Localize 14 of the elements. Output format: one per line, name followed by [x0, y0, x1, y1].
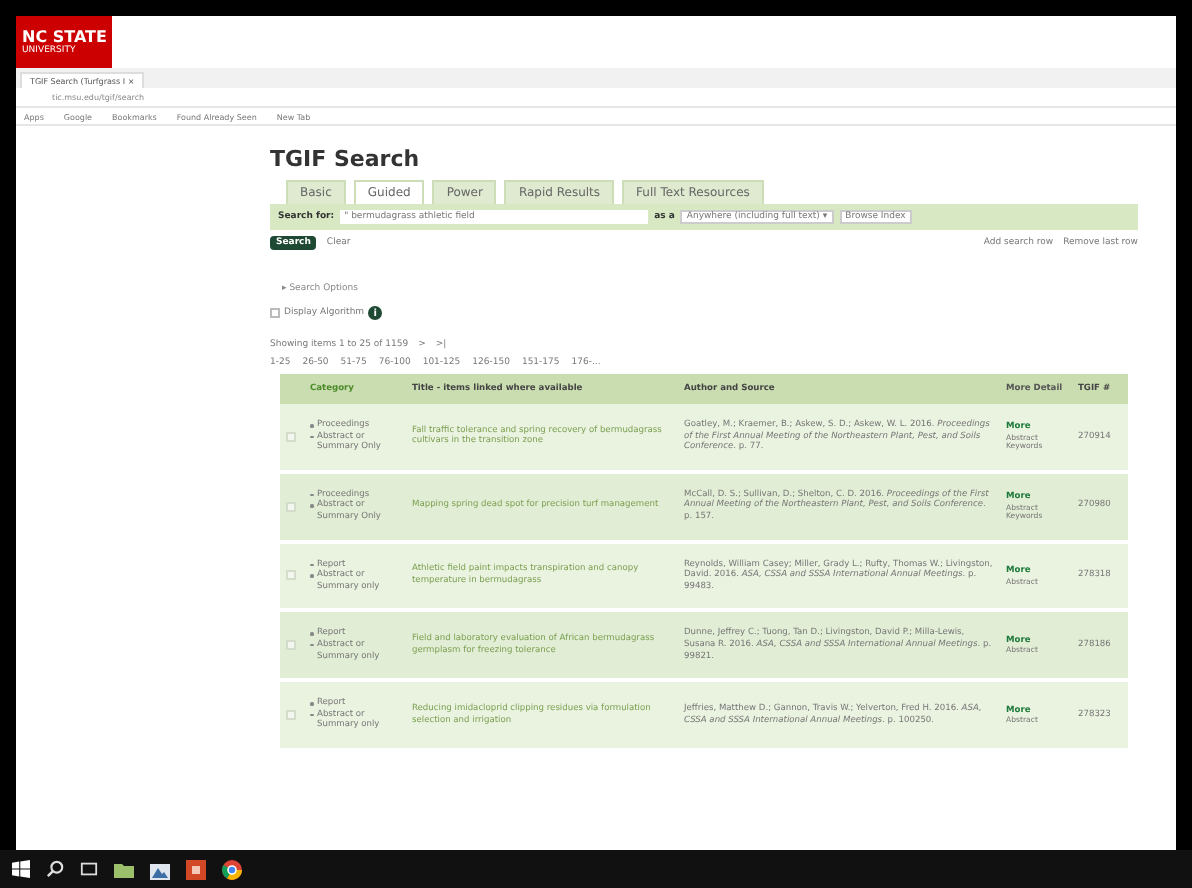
search-icon[interactable] — [46, 860, 64, 878]
windows-start-icon[interactable] — [12, 860, 30, 878]
task-view-icon[interactable] — [80, 860, 98, 878]
browser-app-icon[interactable] — [222, 859, 242, 879]
office-app-icon[interactable] — [186, 859, 206, 879]
folder-icon[interactable] — [114, 859, 134, 879]
row-checkbox[interactable] — [286, 570, 296, 581]
row-checkbox[interactable] — [286, 431, 296, 442]
picture-icon[interactable] — [150, 859, 170, 879]
algorithm-checkbox[interactable] — [270, 308, 280, 318]
page-title: TGIF Search — [270, 146, 422, 172]
row-checkbox[interactable] — [286, 710, 296, 721]
row-checkbox[interactable] — [286, 640, 296, 651]
row-checkbox[interactable] — [286, 501, 296, 512]
